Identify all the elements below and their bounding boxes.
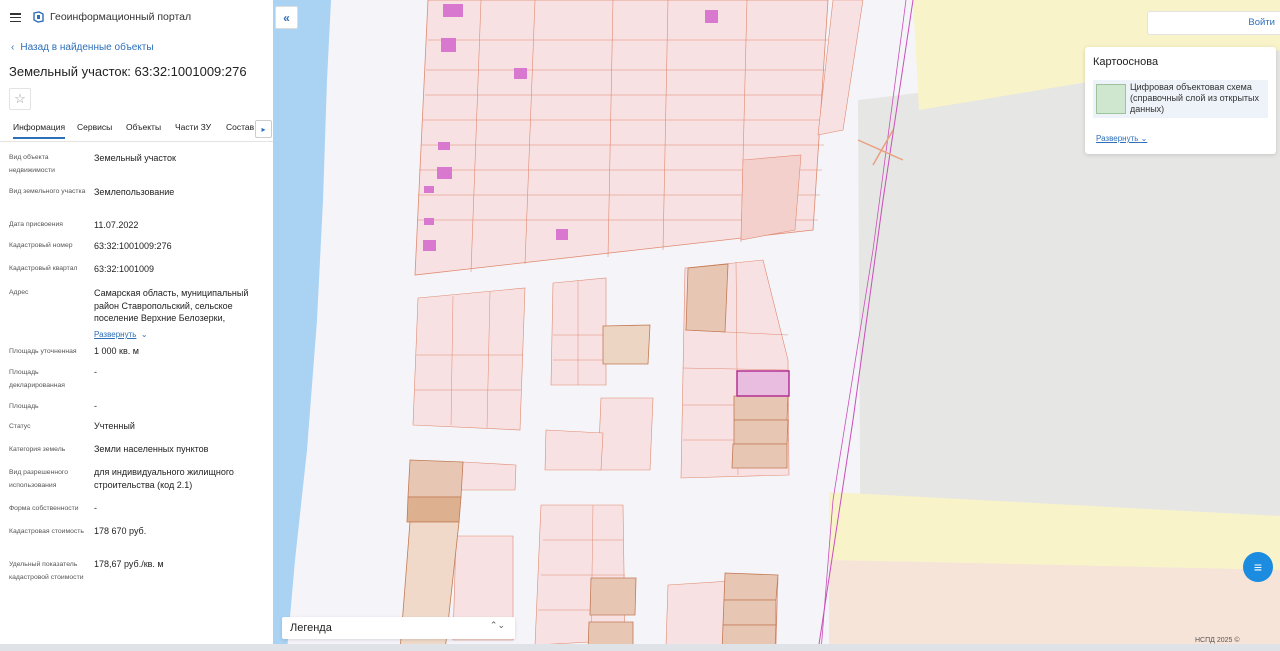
collapse-panel-icon[interactable]: « [275,6,298,29]
tabs-scroll-right-icon[interactable]: ▸ [255,120,272,138]
prop-label: Площадь декларированная [9,369,65,389]
chevron-updown-icon: ⌃⌄ [489,620,505,630]
river-shape [273,0,331,651]
prop-label: Вид земельного участка [9,188,86,195]
info-tabs: Информация Сервисы Объекты Части ЗУ Сост… [0,117,273,142]
prop-label: Категория земель [9,446,66,453]
page-title: Земельный участок: 63:32:1001009:276 [9,64,247,79]
basemap-layer-option[interactable]: Цифровая объектовая схема (справочный сл… [1093,80,1268,118]
basemap-layer-label: Цифровая объектовая схема (справочный сл… [1130,82,1259,114]
prop-label: Кадастровый номер [9,242,73,249]
prop-value: Землепользование [94,187,175,197]
object-info-panel: Геоинформационный портал ‹ Назад в найде… [0,0,274,651]
prop-value: 63:32:1001009 [94,264,155,274]
prop-label: Вид объекта недвижимости [9,154,55,174]
prop-label: Статус [9,423,31,430]
prop-value: Земельный участок [94,153,176,163]
chevron-left-icon: ‹ [11,42,15,53]
map-copyright: НСПД 2025 © [1195,637,1240,644]
tab-services[interactable]: Сервисы [77,122,112,132]
prop-label: Адрес [9,289,29,296]
prop-label: Удельный показатель кадастровой стоимост… [9,561,84,581]
prop-label: Дата присвоения [9,221,63,228]
portal-logo-icon [33,11,44,23]
back-to-results-link[interactable]: ‹ Назад в найденные объекты [11,42,154,53]
bottom-strip [0,644,1280,651]
prop-value: Самарская область, муниципальный район С… [94,288,249,323]
chevron-down-icon: ⌄ [140,330,148,339]
prop-value: - [94,367,97,377]
basemap-title: Картооснова [1093,56,1159,68]
panel-header: Геоинформационный портал [0,0,273,36]
login-button[interactable]: Войти [1147,11,1280,35]
expand-label: Развернуть [94,330,137,339]
tab-information[interactable]: Информация [13,122,66,139]
prop-value: 63:32:1001009:276 [94,241,172,251]
prop-value: 178,67 руб./кв. м [94,559,164,569]
prop-value: - [94,503,97,513]
basemap-panel: Картооснова Цифровая объектовая схема (с… [1085,47,1276,154]
prop-value: - [94,401,97,411]
basemap-expand-link[interactable]: Развернуть ⌄ [1096,134,1147,143]
chat-icon[interactable]: ≡ [1243,552,1273,582]
prop-label: Кадастровая стоимость [9,528,84,535]
selected-parcel [736,370,790,397]
tab-objects[interactable]: Объекты [126,122,161,132]
prop-value: 1 000 кв. м [94,346,139,356]
prop-value: 11.07.2022 [94,220,139,230]
basemap-expand-label: Развернуть [1096,134,1139,143]
prop-value: 178 670 руб. [94,526,147,536]
address-expand-link[interactable]: Развернуть ⌄ [94,324,148,342]
tab-parts[interactable]: Части ЗУ [175,122,211,132]
favorite-star-icon[interactable]: ☆ [9,88,31,110]
prop-value: Земли населенных пунктов [94,444,209,454]
prop-label: Форма собственности [9,505,79,512]
parcel [740,154,802,241]
prop-label: Вид разрешенного использования [9,469,68,489]
login-label: Войти [1248,17,1275,28]
tab-composition[interactable]: Состав [226,122,254,132]
prop-value: Учтенный [94,421,135,431]
prop-value: для индивидуального жилищного строительс… [94,467,234,490]
legend-label: Легенда [290,622,332,634]
prop-label: Площадь уточненная [9,348,77,355]
legend-dropdown[interactable]: Легенда ⌃⌄ [282,617,515,639]
prop-label: Площадь [9,403,39,410]
portal-title[interactable]: Геоинформационный портал [50,11,191,23]
back-link-label: Назад в найденные объекты [20,42,154,53]
basemap-thumbnail-icon [1096,84,1126,114]
chevron-down-icon: ⌄ [1140,134,1148,143]
menu-icon[interactable] [10,13,21,23]
prop-label: Кадастровый квартал [9,265,78,272]
